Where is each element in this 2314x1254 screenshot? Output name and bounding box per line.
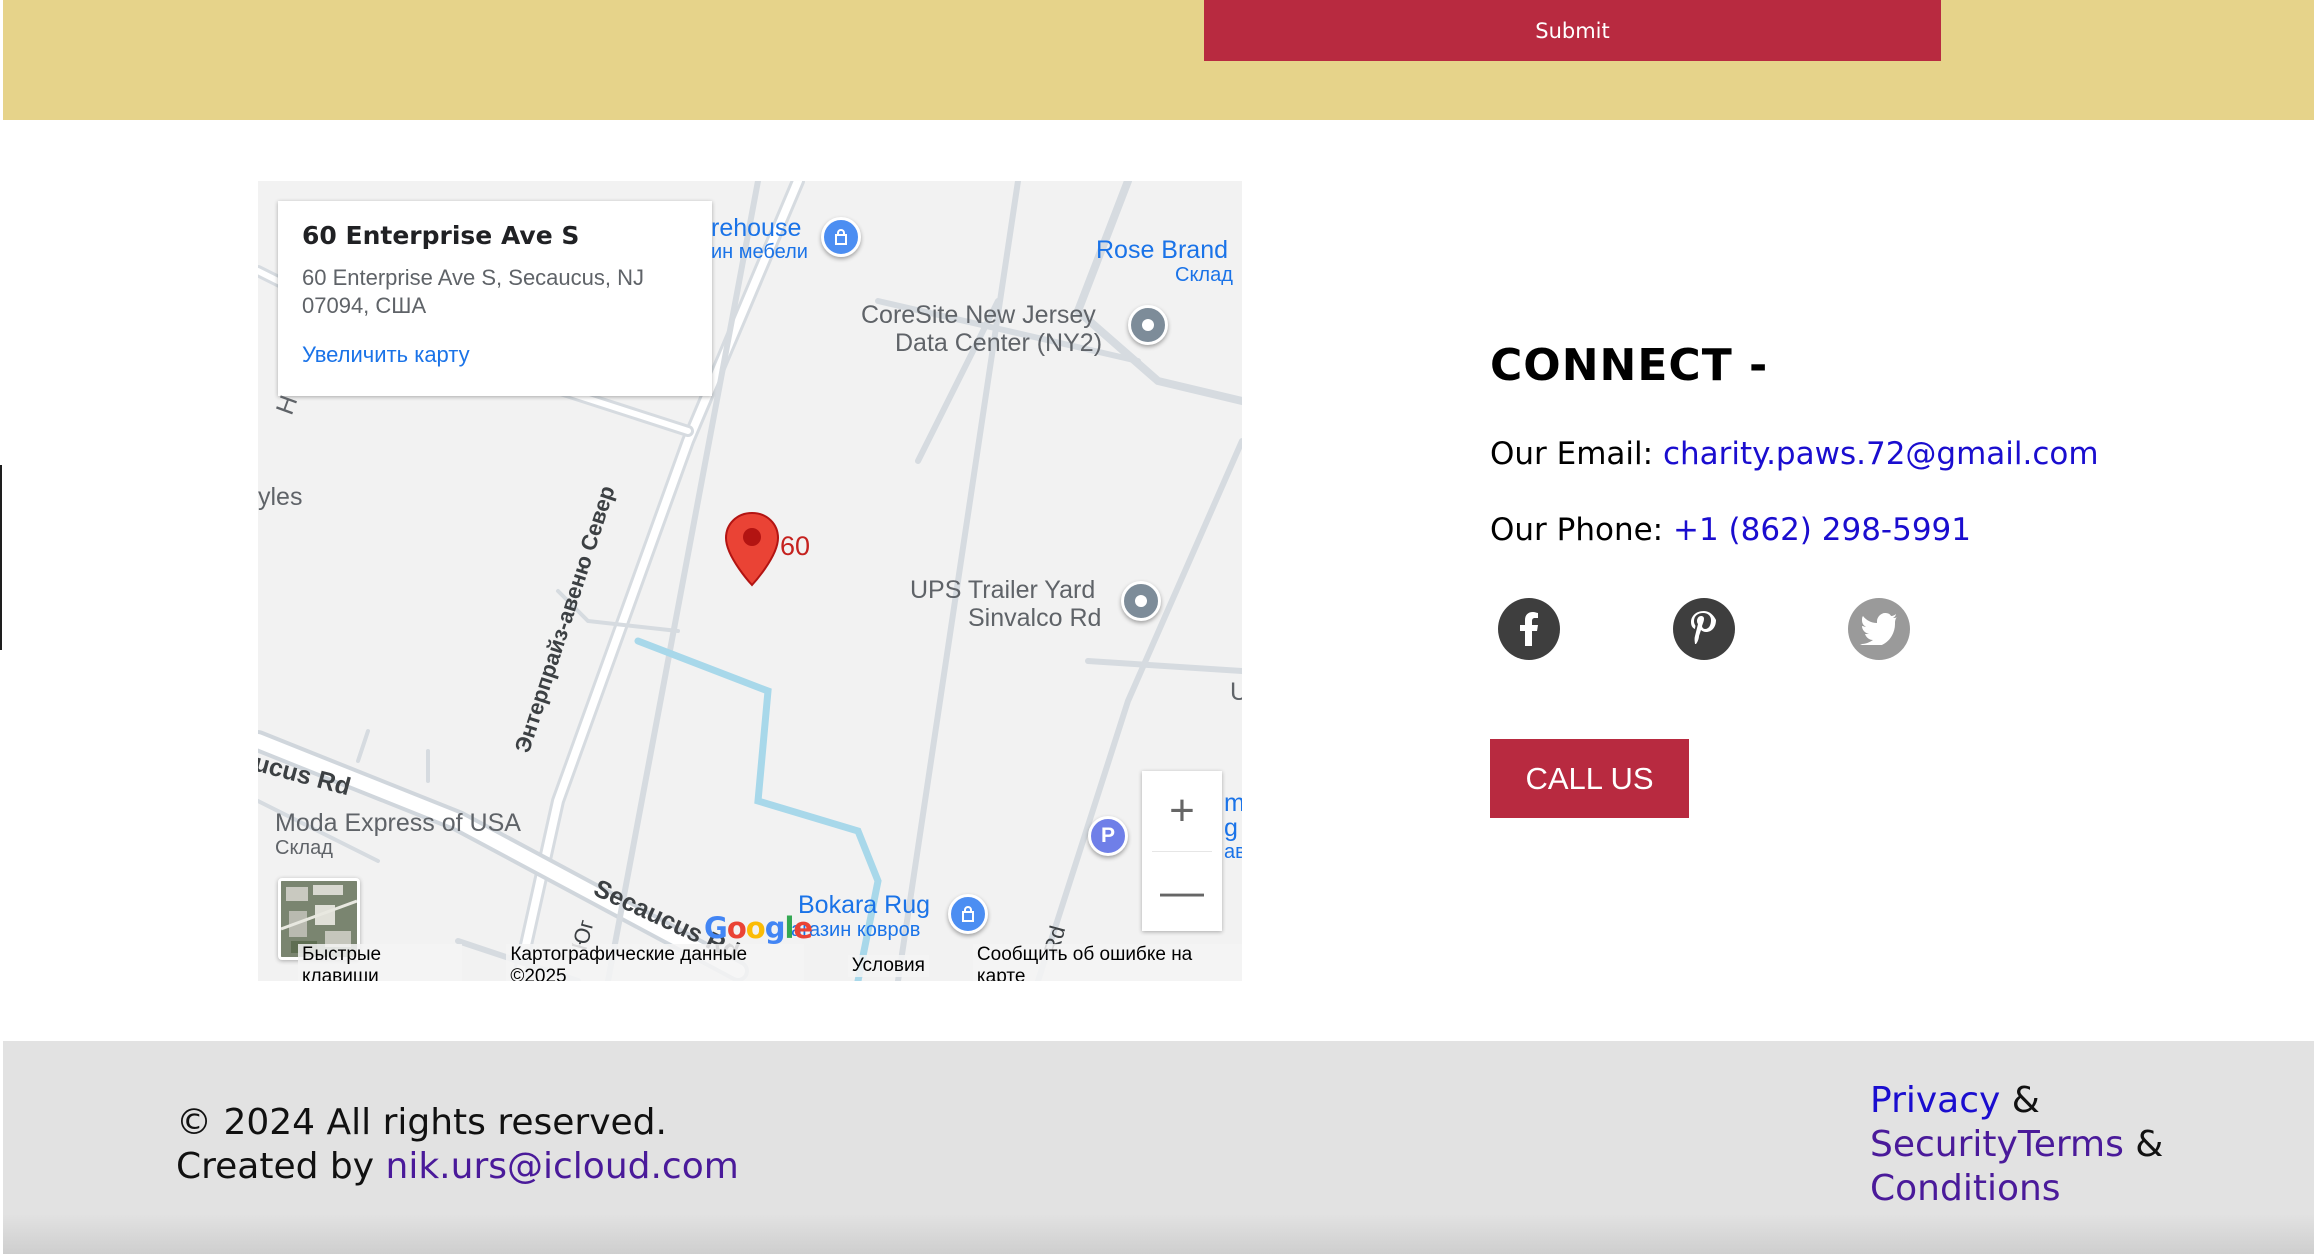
marker-label: 60 bbox=[780, 531, 811, 561]
terms-link[interactable]: Условия bbox=[847, 955, 929, 977]
copyright-block: © 2024 All rights reserved. Created by n… bbox=[176, 1101, 739, 1189]
privacy-link[interactable]: Privacy bbox=[1870, 1080, 2000, 1121]
footer-shadow bbox=[3, 1214, 2314, 1254]
poi-ups-label-2: Sinvalco Rd bbox=[968, 604, 1102, 632]
pinterest-icon[interactable] bbox=[1673, 598, 1735, 660]
parking-pin-icon[interactable]: P bbox=[1088, 816, 1128, 856]
shopping-pin-icon[interactable] bbox=[821, 217, 861, 257]
street-label-u: U bbox=[1230, 678, 1242, 706]
poi-edge-label-2: g bbox=[1224, 814, 1238, 842]
copyright-text: © 2024 All rights reserved. bbox=[176, 1102, 667, 1143]
security-terms-link[interactable]: SecurityTerms bbox=[1870, 1124, 2124, 1165]
poi-edge-label-1: mp bbox=[1224, 789, 1242, 817]
poi-rose-brand-label[interactable]: Rose Brand bbox=[1096, 236, 1228, 264]
twitter-icon[interactable] bbox=[1848, 598, 1910, 660]
place-info-card: 60 Enterprise Ave S 60 Enterprise Ave S,… bbox=[278, 201, 712, 396]
creator-email-link[interactable]: nik.urs@icloud.com bbox=[386, 1146, 739, 1187]
poi-rose-brand-sublabel: Склад bbox=[1175, 264, 1233, 286]
poi-warehouse-label[interactable]: rehouse bbox=[711, 214, 801, 242]
poi-coresite-label-2: Data Center (NY2) bbox=[895, 329, 1103, 357]
poi-coresite-label-1[interactable]: CoreSite New Jersey bbox=[861, 301, 1096, 329]
email-line: Our Email: charity.paws.72@gmail.com bbox=[1490, 436, 2099, 472]
poi-warehouse-sublabel: ин мебели bbox=[711, 241, 808, 263]
place-address: 60 Enterprise Ave S, Secaucus, NJ 07094,… bbox=[302, 265, 644, 318]
poi-ups-label-1[interactable]: UPS Trailer Yard bbox=[910, 576, 1095, 604]
map-attribution-bar: Быстрые клавиши Картографические данные … bbox=[258, 944, 1242, 981]
legal-links: Privacy & SecurityTerms & Conditions bbox=[1870, 1079, 2200, 1211]
poi-bokara-label[interactable]: Bokara Rug bbox=[798, 891, 930, 919]
place-pin-icon[interactable] bbox=[1121, 581, 1161, 621]
created-by-line: Created by nik.urs@icloud.com bbox=[176, 1145, 739, 1189]
shopping-pin-icon[interactable] bbox=[948, 894, 988, 934]
window-edge bbox=[0, 465, 2, 650]
place-pin-icon[interactable] bbox=[1128, 305, 1168, 345]
email-link[interactable]: charity.paws.72@gmail.com bbox=[1663, 436, 2099, 472]
phone-link[interactable]: +1 (862) 298-5991 bbox=[1673, 512, 1971, 548]
zoom-out-button[interactable]: — bbox=[1142, 852, 1222, 932]
zoom-controls: + — bbox=[1142, 771, 1222, 931]
form-section: Submit bbox=[3, 0, 2314, 120]
poi-moda-label[interactable]: Moda Express of USA bbox=[275, 809, 521, 837]
page-footer: © 2024 All rights reserved. Created by n… bbox=[3, 1041, 2314, 1254]
google-logo: Google bbox=[704, 911, 813, 945]
poi-moda-sublabel: Склад bbox=[275, 837, 333, 859]
call-us-button[interactable]: CALL US bbox=[1490, 739, 1689, 818]
keyboard-shortcuts-link[interactable]: Быстрые клавиши bbox=[298, 944, 463, 981]
facebook-icon[interactable] bbox=[1498, 598, 1560, 660]
email-label: Our Email: bbox=[1490, 436, 1663, 472]
phone-label: Our Phone: bbox=[1490, 512, 1673, 548]
submit-button[interactable]: Submit bbox=[1204, 0, 1941, 61]
street-label-yles: yles bbox=[258, 483, 303, 511]
place-title: 60 Enterprise Ave S bbox=[302, 221, 580, 250]
conditions-link[interactable]: Conditions bbox=[1870, 1168, 2061, 1209]
ampersand-2: & bbox=[2123, 1124, 2164, 1165]
created-by-label: Created by bbox=[176, 1146, 386, 1187]
report-error-link[interactable]: Сообщить об ошибке на карте bbox=[972, 944, 1242, 981]
poi-edge-label-3: ав bbox=[1224, 841, 1242, 863]
ampersand-1: & bbox=[2000, 1080, 2040, 1121]
view-larger-map-link[interactable]: Увеличить карту bbox=[302, 342, 688, 368]
location-marker-icon[interactable] bbox=[724, 511, 780, 587]
zoom-in-button[interactable]: + bbox=[1142, 771, 1222, 851]
map-data-attribution: Картографические данные ©2025 bbox=[506, 944, 804, 981]
connect-heading: CONNECT - bbox=[1490, 340, 1769, 391]
embedded-map[interactable]: 60 Enterprise Ave S 60 Enterprise Ave S,… bbox=[258, 181, 1242, 981]
phone-line: Our Phone: +1 (862) 298-5991 bbox=[1490, 512, 1971, 548]
